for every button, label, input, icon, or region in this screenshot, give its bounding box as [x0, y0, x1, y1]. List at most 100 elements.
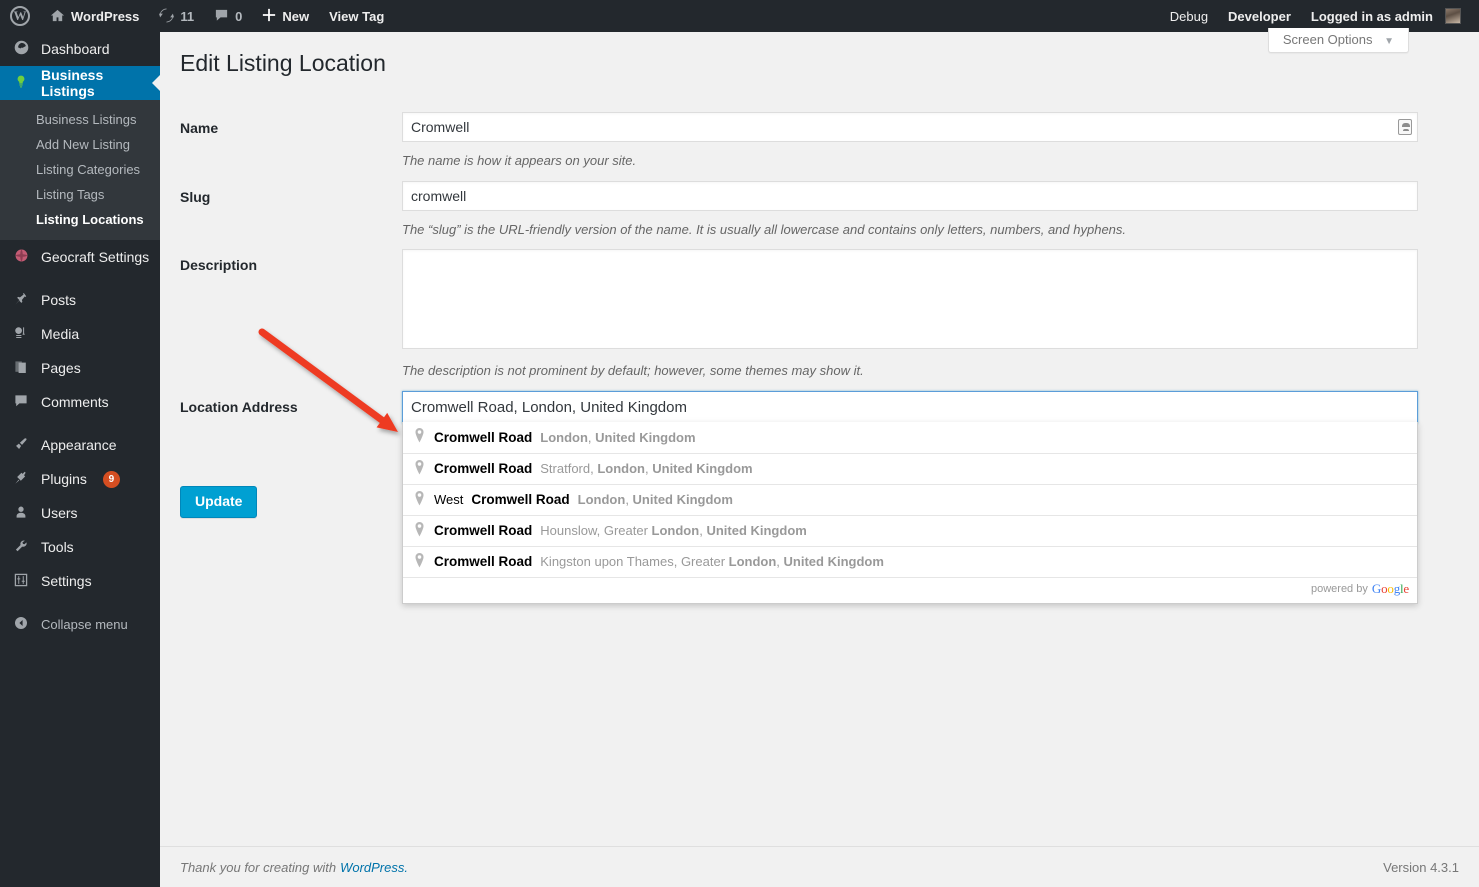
footer-wordpress-link[interactable]: WordPress. — [340, 860, 408, 875]
sidebar-item-label: Comments — [41, 394, 109, 410]
suggestion-secondary-text: Stratford, London, United Kingdom — [540, 461, 752, 476]
name-input-wrap — [402, 112, 1418, 142]
submenu-item-listing-tags[interactable]: Listing Tags — [0, 182, 160, 207]
wrench-icon — [11, 538, 31, 557]
view-tag-link[interactable]: View Tag — [319, 0, 394, 32]
submenu-item-add-new-listing[interactable]: Add New Listing — [0, 132, 160, 157]
main-content: Screen Options ▼ Edit Listing Location N… — [160, 32, 1479, 887]
plugins-update-badge: 9 — [103, 471, 120, 488]
developer-label: Developer — [1228, 9, 1291, 24]
name-input[interactable] — [402, 112, 1418, 142]
suggestion-secondary-text: London, United Kingdom — [578, 492, 733, 507]
autocomplete-suggestion-4[interactable]: Cromwell Road Hounslow, Greater London, … — [403, 515, 1417, 546]
screen-meta-links: Screen Options ▼ — [1268, 28, 1409, 53]
sidebar-item-label: Dashboard — [41, 41, 110, 57]
slug-description: The “slug” is the URL-friendly version o… — [402, 220, 1418, 240]
admin-bar-left: W WordPress 11 0 New View Ta — [0, 0, 394, 32]
new-content-menu[interactable]: New — [252, 0, 319, 32]
paintbrush-icon — [11, 436, 31, 455]
name-description: The name is how it appears on your site. — [402, 151, 1418, 171]
dashboard-icon — [11, 39, 31, 59]
sidebar-item-label: Plugins — [41, 471, 87, 487]
map-pin-icon — [413, 491, 426, 509]
wp-logo-menu[interactable]: W — [0, 0, 40, 32]
collapse-arrow-icon — [11, 615, 31, 634]
field-row-location-address: Location Address Cromwell Road London, U… — [180, 381, 1418, 424]
site-name-label: WordPress — [71, 9, 139, 24]
business-listings-submenu: Business Listings Add New Listing Listin… — [0, 100, 160, 240]
updates-menu[interactable]: 11 — [149, 0, 204, 32]
description-label: Description — [180, 239, 402, 381]
location-address-label: Location Address — [180, 381, 402, 424]
slug-field-cell: The “slug” is the URL-friendly version o… — [402, 171, 1418, 240]
sidebar-item-posts[interactable]: Posts — [0, 283, 160, 317]
autocomplete-suggestion-5[interactable]: Cromwell Road Kingston upon Thames, Grea… — [403, 546, 1417, 577]
description-description: The description is not prominent by defa… — [402, 361, 1418, 381]
chevron-down-icon: ▼ — [1384, 36, 1394, 47]
updates-count: 11 — [180, 9, 194, 24]
pin-post-icon — [11, 291, 31, 310]
suggestion-main-text: Cromwell Road — [434, 430, 532, 445]
sidebar-item-dashboard[interactable]: Dashboard — [0, 32, 160, 66]
sidebar-item-label: Tools — [41, 539, 74, 555]
plus-icon — [262, 8, 276, 24]
page-title: Edit Listing Location — [180, 50, 386, 77]
geocraft-icon — [11, 247, 31, 267]
sidebar-item-geocraft-settings[interactable]: Geocraft Settings — [0, 240, 160, 274]
location-address-input[interactable] — [402, 391, 1418, 424]
plug-icon — [11, 470, 31, 489]
sidebar-item-pages[interactable]: Pages — [0, 351, 160, 385]
comment-bubble-icon — [11, 393, 31, 412]
account-label: Logged in as admin — [1311, 9, 1433, 24]
collapse-menu-button[interactable]: Collapse menu — [0, 607, 160, 641]
slug-input[interactable] — [402, 181, 1418, 211]
autocomplete-suggestion-1[interactable]: Cromwell Road London, United Kingdom — [403, 422, 1417, 453]
autocomplete-suggestion-2[interactable]: Cromwell Road Stratford, London, United … — [403, 453, 1417, 484]
sidebar-item-label: Business Listings — [41, 67, 160, 99]
sidebar-item-settings[interactable]: Settings — [0, 564, 160, 598]
sidebar-item-media[interactable]: Media — [0, 317, 160, 351]
screen-options-tab[interactable]: Screen Options ▼ — [1268, 28, 1409, 53]
sidebar-submenu: Business Listings Add New Listing Listin… — [0, 100, 160, 240]
update-button[interactable]: Update — [180, 486, 257, 518]
sidebar-item-tools[interactable]: Tools — [0, 530, 160, 564]
location-address-field-cell: Cromwell Road London, United Kingdom Cro… — [402, 381, 1418, 424]
site-name-menu[interactable]: WordPress — [40, 0, 149, 32]
submenu-item-business-listings[interactable]: Business Listings — [0, 107, 160, 132]
submenu-item-listing-categories[interactable]: Listing Categories — [0, 157, 160, 182]
google-logo: Google — [1372, 581, 1409, 597]
suggestion-secondary-text: London, United Kingdom — [540, 430, 695, 445]
sidebar-item-users[interactable]: Users — [0, 496, 160, 530]
media-icon — [11, 325, 31, 344]
sidebar-item-label: Pages — [41, 360, 81, 376]
comment-bubble-icon — [214, 8, 229, 25]
comments-menu[interactable]: 0 — [204, 0, 252, 32]
field-row-slug: Slug The “slug” is the URL-friendly vers… — [180, 171, 1418, 240]
submenu-item-listing-locations[interactable]: Listing Locations — [0, 207, 160, 232]
debug-menu[interactable]: Debug — [1160, 0, 1218, 32]
sidebar-item-plugins[interactable]: Plugins 9 — [0, 462, 160, 496]
suggestion-main-text: Cromwell Road — [434, 461, 532, 476]
wordpress-logo-icon: W — [10, 6, 30, 26]
sidebar-item-label: Appearance — [41, 437, 117, 453]
view-tag-label: View Tag — [329, 9, 384, 24]
new-content-label: New — [282, 9, 309, 24]
suggestion-main-text: Cromwell Road — [471, 492, 569, 507]
sidebar-item-comments[interactable]: Comments — [0, 385, 160, 419]
google-places-autocomplete-dropdown: Cromwell Road London, United Kingdom Cro… — [402, 422, 1418, 604]
sidebar-item-business-listings[interactable]: Business Listings — [0, 66, 160, 100]
contact-card-icon[interactable] — [1398, 119, 1412, 135]
google-attribution: powered by Google — [403, 577, 1417, 603]
avatar — [1445, 8, 1461, 24]
suggestion-main-text: Cromwell Road — [434, 554, 532, 569]
autocomplete-suggestion-3[interactable]: West Cromwell Road London, United Kingdo… — [403, 484, 1417, 515]
map-pin-icon — [413, 428, 426, 446]
admin-bar: W WordPress 11 0 New View Ta — [0, 0, 1479, 32]
description-textarea[interactable] — [402, 249, 1418, 349]
sidebar-item-appearance[interactable]: Appearance — [0, 428, 160, 462]
pin-light-icon — [11, 74, 31, 93]
footer-version: Version 4.3.1 — [1383, 860, 1459, 875]
screen-options-label: Screen Options — [1283, 32, 1373, 47]
location-autocomplete-wrap: Cromwell Road London, United Kingdom Cro… — [402, 391, 1418, 424]
suggestion-secondary-text: Kingston upon Thames, Greater London, Un… — [540, 554, 884, 569]
